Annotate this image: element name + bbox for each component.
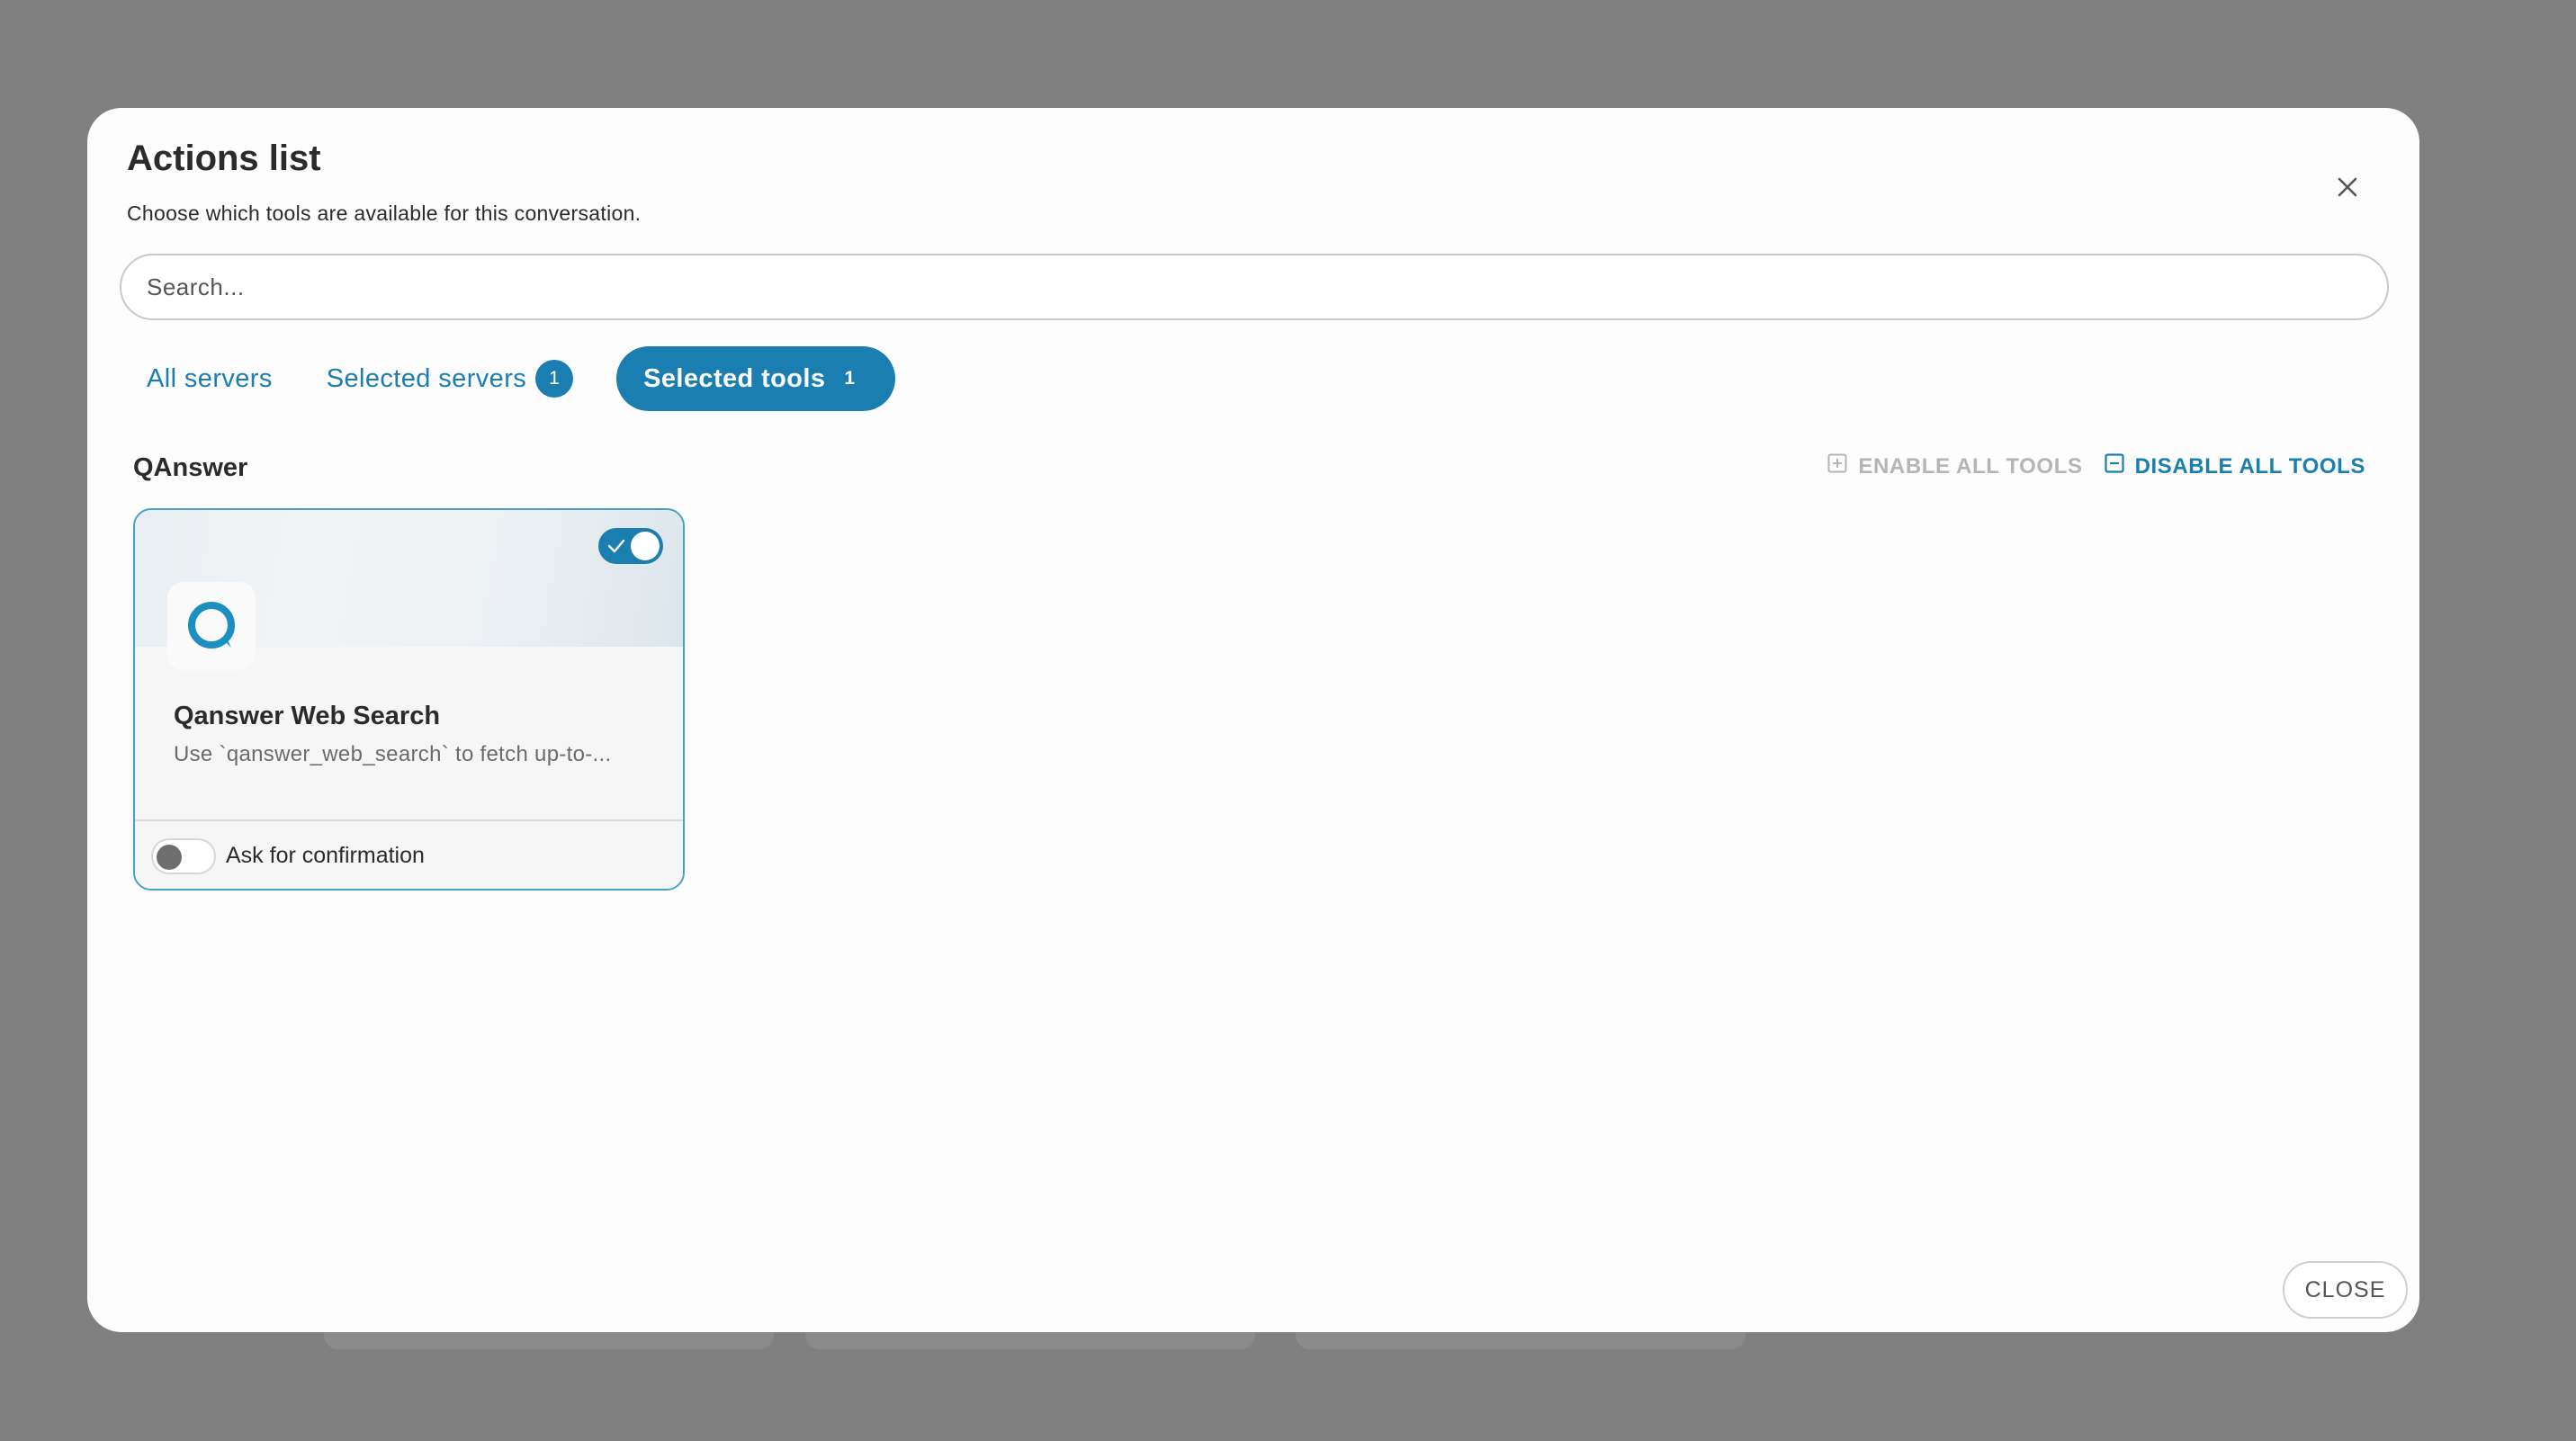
plus-square-icon bbox=[1827, 453, 1847, 479]
server-section-title: QAnswer bbox=[133, 453, 248, 482]
disable-all-tools-button[interactable]: DISABLE ALL TOOLS bbox=[2104, 453, 2365, 479]
tab-label: Selected tools bbox=[643, 363, 826, 393]
tab-selected-servers[interactable]: Selected servers 1 bbox=[300, 346, 600, 411]
count-badge: 1 bbox=[844, 368, 856, 389]
count-badge: 1 bbox=[535, 360, 574, 398]
modal-subtitle: Choose which tools are available for thi… bbox=[127, 201, 642, 225]
minus-square-icon bbox=[2104, 453, 2124, 479]
close-button[interactable]: CLOSE bbox=[2283, 1261, 2408, 1319]
card-footer: Ask for confirmation bbox=[135, 819, 683, 889]
close-icon[interactable] bbox=[2328, 167, 2367, 207]
toggle-knob bbox=[631, 532, 660, 560]
tool-description: Use `qanswer_web_search` to fetch up-to-… bbox=[174, 742, 612, 766]
tool-card[interactable]: Qanswer Web Search Use `qanswer_web_sear… bbox=[133, 508, 685, 891]
tab-all-servers[interactable]: All servers bbox=[120, 346, 300, 411]
enable-all-label: ENABLE ALL TOOLS bbox=[1858, 453, 2083, 479]
bulk-actions: ENABLE ALL TOOLS DISABLE ALL TOOLS bbox=[1827, 453, 2365, 479]
toggle-knob bbox=[157, 845, 182, 870]
modal-title: Actions list bbox=[127, 139, 321, 178]
ask-confirmation-label: Ask for confirmation bbox=[226, 843, 425, 868]
ask-confirmation-toggle[interactable] bbox=[151, 838, 216, 874]
tool-enabled-toggle[interactable] bbox=[598, 528, 663, 564]
enable-all-tools-button[interactable]: ENABLE ALL TOOLS bbox=[1827, 453, 2082, 479]
check-icon bbox=[606, 536, 626, 560]
filter-tabs: All servers Selected servers 1 Selected … bbox=[120, 346, 896, 411]
tool-name: Qanswer Web Search bbox=[174, 702, 441, 730]
tab-label: All servers bbox=[147, 363, 273, 393]
tab-label: Selected servers bbox=[326, 363, 527, 393]
actions-list-modal: Actions list Choose which tools are avai… bbox=[87, 108, 2419, 1332]
search-input[interactable] bbox=[120, 254, 2389, 320]
disable-all-label: DISABLE ALL TOOLS bbox=[2134, 453, 2365, 479]
tab-selected-tools[interactable]: Selected tools 1 bbox=[616, 346, 896, 411]
qanswer-logo-icon bbox=[167, 582, 256, 670]
